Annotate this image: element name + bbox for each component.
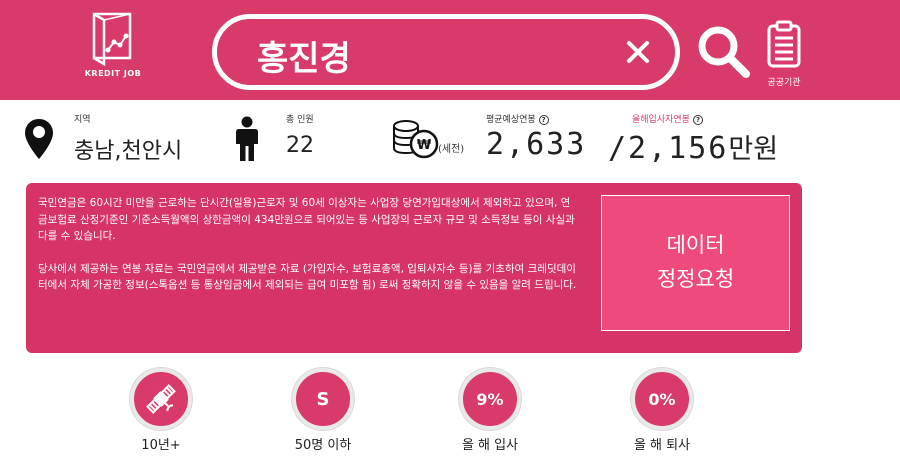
disclaimer-paragraph-2: 당사에서 제공하는 연봉 자료는 국민연금에서 제공받은 자료 (가입자수, 보…: [38, 262, 577, 292]
satellite-icon: [146, 384, 176, 414]
avg-salary-label: 평균예상연봉: [486, 115, 536, 125]
coins-won-icon: ₩: [393, 120, 439, 159]
person-icon: [236, 116, 258, 161]
header-bar: KREDIT JOB 홍진경 공공기관: [0, 0, 900, 100]
new-hire-salary-value: /2,156: [608, 131, 729, 166]
staff-label: 총 인원: [286, 115, 314, 125]
search-input[interactable]: 홍진경: [257, 31, 351, 80]
kredit-job-logo[interactable]: KREDIT JOB: [80, 10, 146, 90]
disclaimer-panel: 국민연금은 60시간 미만을 근로하는 단시간(일용)근로자 및 60세 이상자…: [26, 183, 802, 353]
badge-label: 올 해 퇴사: [633, 438, 691, 453]
badge-label: 50명 이하: [294, 438, 352, 453]
badge-label: 10년+: [141, 438, 181, 453]
correction-line-2: 정정요청: [656, 267, 735, 291]
badge-circle: S: [292, 368, 354, 430]
staff-value: 22: [286, 133, 314, 158]
avg-salary-value: 2,633: [486, 127, 587, 162]
new-hire-salary-info: 올해입사자연봉? /2,156만원: [608, 112, 778, 172]
avg-salary-info: 평균예상연봉? 2,633: [486, 112, 586, 172]
help-icon[interactable]: ?: [692, 114, 703, 125]
new-hire-salary-label: 올해입사자연봉: [632, 115, 690, 125]
clipboard-icon: [767, 20, 801, 68]
badge-label: 올 해 입사: [461, 438, 519, 453]
public-agency-label: 공공기관: [767, 78, 801, 88]
search-box[interactable]: 홍진경: [212, 14, 680, 90]
badge-years: 10년+: [116, 368, 206, 453]
salary-unit: 만원: [728, 134, 779, 165]
region-value: 충남,천안시: [74, 139, 183, 164]
region-info: 지역 충남,천안시: [74, 112, 182, 172]
badge-circle: 0%: [631, 368, 693, 430]
disclaimer-text: 국민연금은 60시간 미만을 근로하는 단시간(일용)근로자 및 60세 이상자…: [38, 195, 578, 294]
location-pin-icon: [25, 119, 53, 159]
logo-book-chart-icon: [92, 12, 132, 66]
logo-text: KREDIT JOB: [84, 69, 142, 78]
badge-hired-this-year: 9% 올 해 입사: [445, 368, 535, 453]
badge-circle: 9%: [459, 368, 521, 430]
help-icon[interactable]: ?: [538, 114, 549, 125]
close-icon[interactable]: [623, 37, 653, 67]
svg-text:₩: ₩: [417, 138, 432, 153]
correction-line-1: 데이터: [666, 233, 725, 257]
staff-info: 총 인원 22: [286, 112, 314, 172]
region-label: 지역: [74, 115, 91, 125]
disclaimer-paragraph-1: 국민연금은 60시간 미만을 근로하는 단시간(일용)근로자 및 60세 이상자…: [38, 197, 575, 242]
badge-company-size: S 50명 이하: [278, 368, 368, 453]
badge-circle: [130, 368, 192, 430]
search-icon[interactable]: [696, 24, 752, 80]
public-agency-button[interactable]: 공공기관: [758, 20, 810, 88]
badge-left-this-year: 0% 올 해 퇴사: [617, 368, 707, 453]
data-correction-request-button[interactable]: 데이터 정정요청: [601, 195, 790, 331]
